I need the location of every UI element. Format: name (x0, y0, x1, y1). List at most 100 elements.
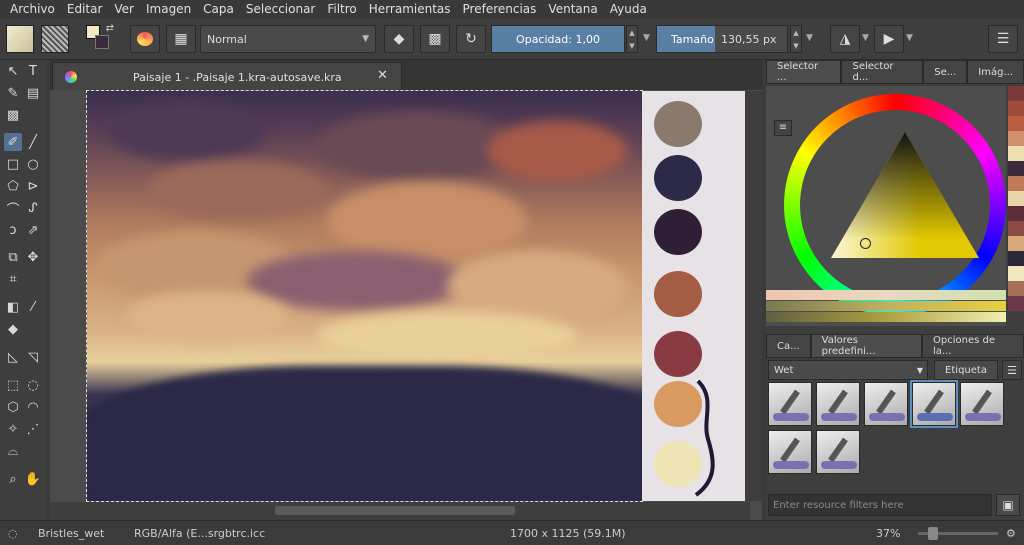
polygon-tool[interactable]: ⬠ (4, 177, 22, 195)
history-color-swatch[interactable] (1008, 281, 1024, 296)
history-color-swatch[interactable] (1008, 161, 1024, 176)
save-filter-icon[interactable]: ▣ (996, 494, 1020, 516)
brush-preset-7[interactable] (816, 430, 860, 474)
menu-capa[interactable]: Capa (197, 0, 240, 19)
multibrush-tool[interactable]: ⇗ (24, 221, 42, 239)
dynamic-brush-tool[interactable]: ↄ (4, 221, 22, 239)
polygon-select-tool[interactable]: ⬡ (4, 398, 22, 416)
menu-ver[interactable]: Ver (108, 0, 140, 19)
background-color[interactable] (95, 35, 109, 49)
menu-ventana[interactable]: Ventana (542, 0, 603, 19)
pattern-tool[interactable]: ▩ (4, 106, 22, 124)
tab-color-selector-2[interactable]: Selector d... (841, 60, 924, 84)
freehand-path-tool[interactable]: ᔑ (24, 199, 42, 217)
painting-canvas[interactable] (86, 90, 643, 502)
contiguous-select-tool[interactable]: ✧ (4, 420, 22, 438)
opacity-spinner[interactable]: ▲ ▼ (626, 25, 638, 53)
history-color-swatch[interactable] (1008, 176, 1024, 191)
menu-seleccionar[interactable]: Seleccionar (240, 0, 321, 19)
transform-tool[interactable]: ⧉ (4, 248, 22, 266)
history-color-swatch[interactable] (1008, 236, 1024, 251)
mirror-v-options-icon[interactable]: ▼ (906, 33, 913, 43)
foreground-background-colors[interactable]: ⇄ (86, 23, 114, 53)
tag-button[interactable]: Etiqueta (934, 360, 998, 380)
freehand-brush-tool[interactable]: ✐ (4, 133, 22, 151)
status-settings-icon[interactable]: ⚙ (1006, 527, 1016, 540)
menu-preferencias[interactable]: Preferencias (457, 0, 543, 19)
gradient-tool[interactable]: ◧ (4, 298, 22, 316)
preserve-alpha-button[interactable]: ▩ (420, 25, 450, 53)
bezier-tool[interactable]: ⌒ (4, 199, 22, 218)
size-spinner[interactable]: ▲ ▼ (790, 25, 802, 53)
brush-preset-2[interactable] (816, 382, 860, 426)
assistant-tool[interactable]: ◺ (4, 348, 22, 366)
hue-wheel[interactable] (784, 94, 1006, 316)
wheel-settings-icon[interactable]: ≡ (774, 120, 792, 136)
crop-tool[interactable]: ⌗ (4, 270, 22, 288)
ellipse-tool[interactable]: ○ (24, 155, 42, 173)
brush-preset-6[interactable] (768, 430, 812, 474)
gradient-swatch[interactable] (6, 25, 34, 53)
vertical-scrollbar[interactable] (745, 91, 762, 501)
close-tab-icon[interactable]: ✕ (377, 68, 388, 83)
tab-color-selector[interactable]: Selector ... (766, 60, 842, 84)
bezier-select-tool[interactable]: ⌓ (4, 442, 22, 460)
history-color-swatch[interactable] (1008, 266, 1024, 281)
tab-capas[interactable]: Ca... (766, 334, 811, 358)
history-color-swatch[interactable] (1008, 131, 1024, 146)
swap-colors-icon[interactable]: ⇄ (106, 23, 114, 34)
line-tool[interactable]: ╱ (24, 133, 42, 151)
resource-filter-input[interactable]: Enter resource filters here (768, 494, 992, 516)
color-picker-marker[interactable] (860, 238, 871, 249)
history-color-swatch[interactable] (1008, 221, 1024, 236)
zoom-tool[interactable]: ⌕ (4, 470, 22, 488)
menu-imagen[interactable]: Imagen (140, 0, 197, 19)
zoom-slider-thumb[interactable] (928, 527, 938, 540)
select-shapes-tool[interactable]: ↖ (4, 62, 22, 80)
blend-mode-select[interactable]: Normal ▼ (200, 25, 376, 53)
menu-archivo[interactable]: Archivo (4, 0, 61, 19)
opacity-slider[interactable]: Opacidad: 1,00 (491, 25, 625, 53)
history-color-swatch[interactable] (1008, 86, 1024, 101)
tab-brush-presets[interactable]: Valores predefini... (810, 334, 922, 358)
polyline-tool[interactable]: ⊳ (24, 177, 42, 195)
history-color-swatch[interactable] (1008, 191, 1024, 206)
pattern-swatch[interactable] (41, 25, 69, 53)
tab-tool-options[interactable]: Opciones de la... (922, 334, 1024, 358)
horizontal-scrollbar[interactable] (50, 502, 750, 520)
size-options-icon[interactable]: ▼ (806, 33, 813, 43)
mirror-horizontal-button[interactable]: ◮ (830, 25, 860, 53)
history-color-swatch[interactable] (1008, 251, 1024, 266)
document-tab[interactable]: Paisaje 1 - .Paisaje 1.kra-autosave.kra … (52, 62, 402, 90)
brush-preset-3[interactable] (864, 382, 908, 426)
edit-shapes-tool[interactable]: ✎ (4, 84, 22, 102)
outline-select-tool[interactable]: ◠ (24, 398, 42, 416)
rectangle-tool[interactable]: □ (4, 155, 22, 173)
brush-preset-5[interactable] (960, 382, 1004, 426)
mirror-h-options-icon[interactable]: ▼ (862, 33, 869, 43)
presets-grid-button[interactable]: ▦ (166, 25, 196, 53)
history-color-swatch[interactable] (1008, 206, 1024, 221)
pan-tool[interactable]: ✋ (24, 470, 42, 488)
reload-preset-button[interactable]: ↻ (456, 25, 486, 53)
fill-tool[interactable]: ◆ (4, 320, 22, 338)
tab-se[interactable]: Se... (923, 60, 968, 84)
brush-preset-1[interactable] (768, 382, 812, 426)
tag-select[interactable]: Wet ▼ (768, 360, 928, 380)
history-color-swatch[interactable] (1008, 101, 1024, 116)
ellipse-select-tool[interactable]: ◌ (24, 376, 42, 394)
history-color-swatch[interactable] (1008, 116, 1024, 131)
mirror-vertical-button[interactable]: ▶ (874, 25, 904, 53)
tab-image[interactable]: Imág... (967, 60, 1024, 84)
menu-filtro[interactable]: Filtro (321, 0, 362, 19)
preset-view-button[interactable]: ☰ (1002, 360, 1022, 380)
opacity-options-icon[interactable]: ▼ (643, 33, 650, 43)
menu-ayuda[interactable]: Ayuda (604, 0, 653, 19)
size-slider[interactable]: Tamaño: 130,55 px (656, 25, 788, 53)
brush-editor-button[interactable] (130, 25, 160, 53)
brush-preset-4-selected[interactable] (910, 380, 958, 428)
measure-tool[interactable]: ◹ (24, 348, 42, 366)
calligraphy-tool[interactable]: ▤ (24, 84, 42, 102)
color-sliders[interactable] (766, 290, 1006, 322)
horizontal-scroll-thumb[interactable] (275, 506, 515, 515)
